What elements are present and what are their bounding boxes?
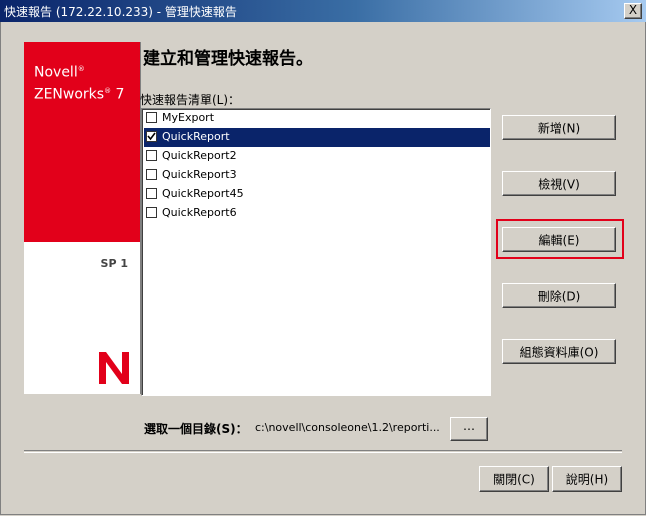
view-button[interactable]: 檢視(V) <box>502 171 616 196</box>
checkbox[interactable] <box>146 112 157 123</box>
checkbox[interactable] <box>146 150 157 161</box>
list-item-label: QuickReport45 <box>162 187 244 200</box>
delete-button[interactable]: 刪除(D) <box>502 283 616 308</box>
brand-panel: Novell® ZENworks® 7 SP 1 <box>24 42 141 394</box>
novell-n-logo-icon <box>99 352 129 384</box>
list-item-label: QuickReport <box>162 130 230 143</box>
close-window-button[interactable]: X <box>624 3 642 19</box>
configure-database-button[interactable]: 組態資料庫(O) <box>502 339 616 364</box>
report-list[interactable]: MyExport QuickReport QuickReport2 QuickR… <box>141 108 491 396</box>
list-item[interactable]: QuickReport6 <box>144 204 490 223</box>
browse-button[interactable]: ⋯ <box>450 417 488 441</box>
list-item[interactable]: QuickReport45 <box>144 185 490 204</box>
list-item-label: QuickReport2 <box>162 149 237 162</box>
title-bar: 快速報告 (172.22.10.233) - 管理快速報告 X <box>0 0 646 22</box>
select-directory-label: 選取一個目錄(S)： <box>144 422 248 436</box>
service-pack-label: SP 1 <box>100 257 128 270</box>
page-heading: 建立和管理快速報告。 <box>143 49 313 69</box>
checkbox[interactable] <box>146 207 157 218</box>
list-item-label: QuickReport6 <box>162 206 237 219</box>
directory-path: c:\novell\consoleone\1.2\reporti... <box>255 421 440 434</box>
checkbox[interactable] <box>146 169 157 180</box>
brand-name: Novell® ZENworks® 7 <box>34 60 124 103</box>
report-list-label: 快速報告清單(L)： <box>140 93 241 107</box>
list-item-label: MyExport <box>162 111 215 124</box>
new-button[interactable]: 新增(N) <box>502 115 616 140</box>
window-title: 快速報告 (172.22.10.233) - 管理快速報告 <box>4 5 237 19</box>
brand-line2: ZENworks <box>34 86 105 103</box>
brand-version: 7 <box>115 86 125 103</box>
help-button[interactable]: 說明(H) <box>552 466 622 492</box>
list-item-selected[interactable]: QuickReport <box>144 128 490 147</box>
list-item-label: QuickReport3 <box>162 168 237 181</box>
checkmark-icon <box>147 132 156 141</box>
edit-button[interactable]: 編輯(E) <box>502 227 616 252</box>
brand-reg-mark-2: ® <box>104 86 112 95</box>
list-item[interactable]: QuickReport2 <box>144 147 490 166</box>
checkbox[interactable] <box>146 188 157 199</box>
close-button[interactable]: 關閉(C) <box>479 466 549 492</box>
checkbox-checked[interactable] <box>146 131 157 142</box>
list-item[interactable]: QuickReport3 <box>144 166 490 185</box>
brand-line1: Novell <box>34 64 78 81</box>
brand-reg-mark: ® <box>77 65 85 73</box>
list-item[interactable]: MyExport <box>144 109 490 128</box>
brand-red-block: Novell® ZENworks® 7 <box>24 42 140 242</box>
separator <box>24 450 622 453</box>
